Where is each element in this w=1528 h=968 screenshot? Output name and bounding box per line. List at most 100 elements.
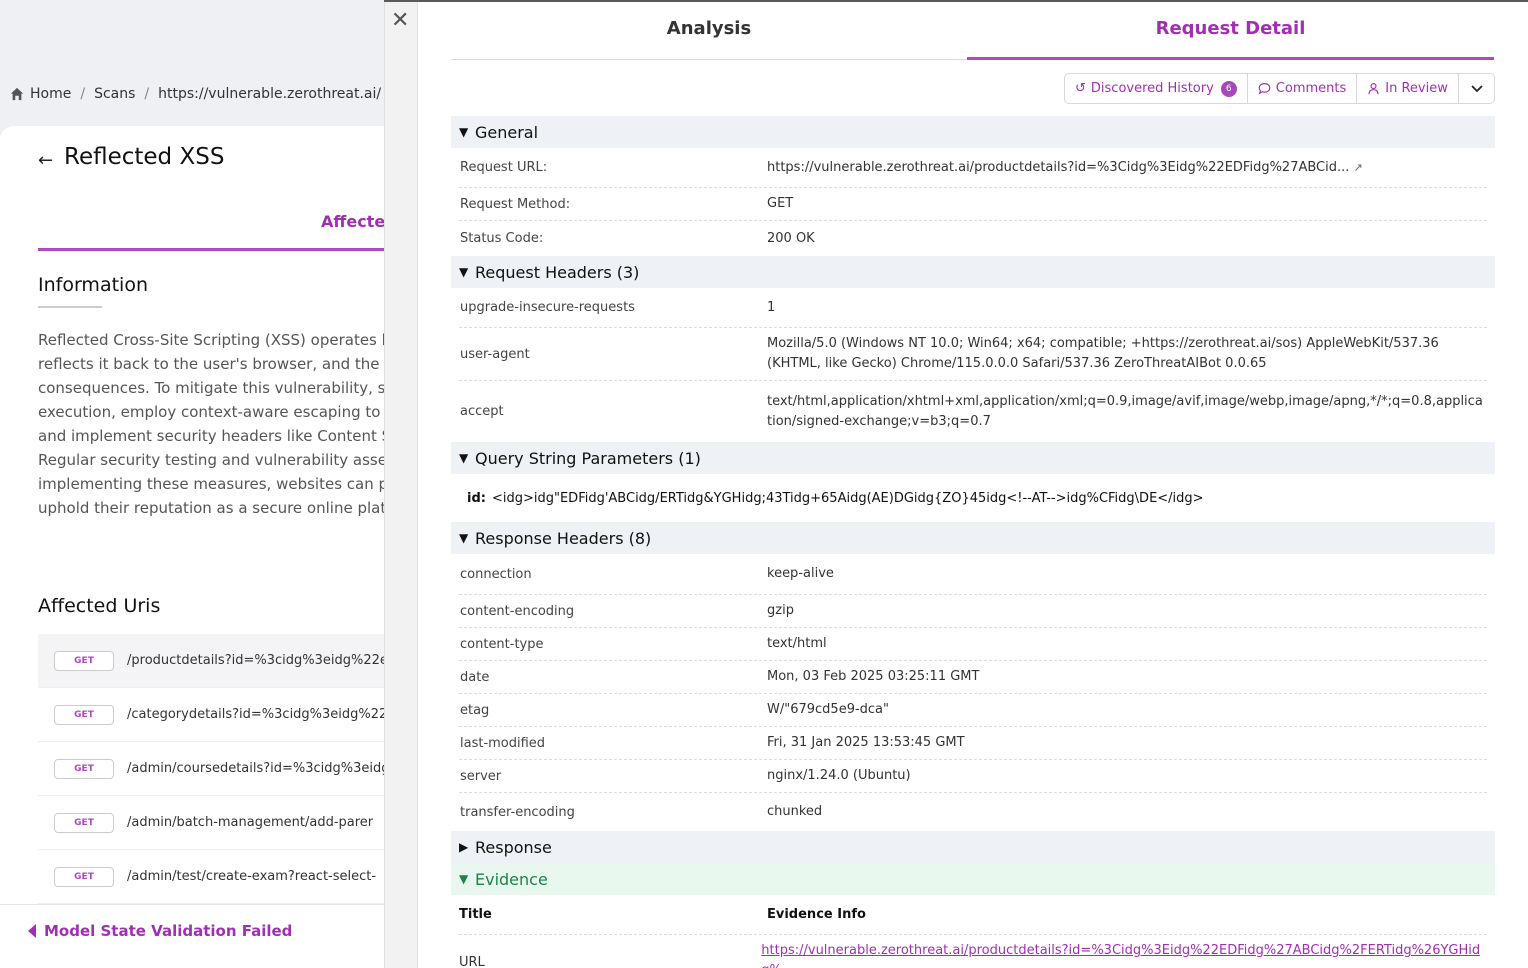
home-icon[interactable]	[10, 87, 24, 101]
method-badge: GET	[54, 866, 114, 887]
caret-down-icon: ▼	[459, 872, 469, 886]
section-query-string[interactable]: ▼ Query String Parameters (1)	[451, 442, 1495, 474]
row-key: content-encoding	[460, 603, 575, 619]
list-item[interactable]: GET /admin/test/create-exam?react-select…	[38, 850, 384, 904]
list-item[interactable]: GET /admin/batch-management/add-parer	[38, 796, 384, 850]
discovered-history-button[interactable]: ↺ Discovered History 6	[1065, 74, 1248, 103]
row-value: 200 OK	[767, 230, 815, 246]
table-row: date Mon, 03 Feb 2025 03:25:11 GMT	[459, 661, 1487, 694]
query-param-row: id: <idg>idg"EDFidg'ABCidg/ERTidg&YGHidg…	[451, 474, 1495, 522]
breadcrumb-home[interactable]: Home	[30, 86, 71, 102]
table-row: accept text/html,application/xhtml+xml,a…	[459, 381, 1487, 442]
review-status-button[interactable]: In Review	[1357, 74, 1459, 103]
table-row: Request Method: GET	[459, 188, 1487, 221]
section-title: Response	[475, 837, 552, 857]
uri-path: /admin/test/create-exam?react-select-	[127, 869, 377, 884]
dropdown-button[interactable]	[1459, 74, 1495, 103]
row-value: text/html	[767, 636, 827, 651]
tab-underline	[38, 248, 384, 251]
list-item[interactable]: GET /admin/coursedetails?id=%3cidg%3eidg…	[38, 742, 384, 796]
caret-right-icon: ▶	[459, 840, 469, 854]
table-row: connection keep-alive	[459, 554, 1487, 595]
comments-label: Comments	[1275, 81, 1347, 96]
row-key: Request Method:	[460, 196, 571, 212]
info-line: and implement security headers like Cont…	[38, 427, 384, 445]
uri-path: /categorydetails?id=%3cidg%3eidg%22ed	[127, 707, 384, 722]
row-value: text/html,application/xhtml+xml,applicat…	[767, 393, 1483, 429]
request-url-text[interactable]: https://vulnerable.zerothreat.ai/product…	[767, 160, 1349, 175]
column-header-title: Title	[459, 907, 492, 922]
breadcrumb-separator: /	[144, 86, 150, 102]
caret-down-icon: ▼	[459, 125, 469, 139]
query-param-value: <idg>idg"EDFidg'ABCidg/ERTidg&YGHidg;43T…	[491, 490, 1204, 506]
caret-down-icon: ▼	[459, 531, 469, 545]
caret-down-icon: ▼	[459, 265, 469, 279]
evidence-key: URL	[459, 955, 485, 968]
method-badge: GET	[54, 704, 114, 725]
row-value: Mon, 03 Feb 2025 03:25:11 GMT	[767, 669, 980, 684]
tab-analysis[interactable]: Analysis	[451, 18, 967, 39]
background-page: Home / Scans / https://vulnerable.zeroth…	[0, 0, 384, 968]
table-row: content-type text/html	[459, 628, 1487, 661]
close-icon[interactable]: ✕	[391, 8, 409, 33]
section-general[interactable]: ▼ General	[451, 116, 1495, 148]
method-badge: GET	[54, 650, 114, 671]
affected-uris-list: GET /productdetails?id=%3cidg%3eidg%22ed…	[38, 634, 384, 904]
row-key: connection	[460, 566, 532, 582]
row-value: W/"679cd5e9-dca"	[767, 702, 890, 717]
info-line: uphold their reputation as a secure onli…	[38, 499, 384, 517]
section-response-headers[interactable]: ▼ Response Headers (8)	[451, 522, 1495, 554]
request-detail-content: ▼ General Request URL: https://vulnerabl…	[451, 116, 1495, 968]
table-row: transfer-encoding chunked	[459, 793, 1487, 831]
evidence-table-header: Title Evidence Info	[459, 895, 1487, 935]
row-key: transfer-encoding	[460, 804, 575, 820]
comments-button[interactable]: Comments	[1248, 74, 1358, 103]
column-header-evidence-info: Evidence Info	[767, 907, 866, 922]
info-line: Regular security testing and vulnerabili…	[38, 451, 384, 469]
list-item[interactable]: GET /categorydetails?id=%3cidg%3eidg%22e…	[38, 688, 384, 742]
row-key: accept	[460, 404, 504, 419]
row-key: date	[460, 669, 490, 685]
section-evidence[interactable]: ▼ Evidence	[451, 863, 1495, 895]
table-row: server nginx/1.24.0 (Ubuntu)	[459, 760, 1487, 793]
section-response[interactable]: ▶ Response	[451, 831, 1495, 863]
discovered-history-label: Discovered History	[1090, 81, 1214, 96]
breadcrumb-separator: /	[80, 86, 86, 102]
validation-status[interactable]: Model State Validation Failed	[28, 922, 292, 940]
request-headers-table: upgrade-insecure-requests 1 user-agent M…	[451, 288, 1495, 442]
row-value: Mozilla/5.0 (Windows NT 10.0; Win64; x64…	[767, 336, 1439, 371]
breadcrumb-scan-url[interactable]: https://vulnerable.zerothreat.ai/ (Fe	[158, 86, 384, 102]
info-line: Reflected Cross-Site Scripting (XSS) ope…	[38, 331, 384, 349]
row-value: chunked	[767, 804, 823, 819]
row-value: keep-alive	[767, 566, 834, 581]
table-row: content-encoding gzip	[459, 595, 1487, 628]
heading-underline	[38, 306, 102, 308]
row-key: Status Code:	[460, 231, 544, 246]
user-icon	[1368, 83, 1379, 95]
info-line: consequences. To mitigate this vulnerabi…	[38, 379, 384, 397]
breadcrumb-scans[interactable]: Scans	[94, 86, 135, 102]
response-headers-table: connection keep-alive content-encoding g…	[451, 554, 1495, 831]
tab-request-detail[interactable]: Request Detail	[967, 18, 1494, 39]
method-badge: GET	[54, 812, 114, 833]
section-request-headers[interactable]: ▼ Request Headers (3)	[451, 256, 1495, 288]
comment-icon	[1258, 83, 1271, 95]
list-item[interactable]: GET /productdetails?id=%3cidg%3eidg%22ed	[38, 634, 384, 688]
table-row: etag W/"679cd5e9-dca"	[459, 694, 1487, 727]
row-value: 1	[767, 299, 776, 315]
caret-down-icon: ▼	[459, 451, 469, 465]
information-text: Reflected Cross-Site Scripting (XSS) ope…	[38, 328, 384, 520]
tab-affected[interactable]: Affecte	[321, 212, 384, 231]
section-title: General	[475, 122, 539, 142]
drawer-gutter	[384, 2, 418, 968]
uri-path: /admin/coursedetails?id=%3cidg%3eidg%	[127, 761, 384, 776]
uri-path: /admin/batch-management/add-parer	[127, 815, 374, 830]
request-url-value[interactable]: https://vulnerable.zerothreat.ai/product…	[767, 158, 1487, 178]
section-title: Query String Parameters (1)	[475, 448, 701, 468]
info-line: implementing these measures, websites ca…	[38, 475, 384, 493]
section-title: Response Headers (8)	[475, 528, 652, 548]
back-arrow-icon[interactable]: ←	[38, 150, 53, 171]
review-status-label: In Review	[1385, 81, 1448, 96]
external-link-icon[interactable]: ↗	[1354, 161, 1363, 174]
evidence-url-link[interactable]: https://vulnerable.zerothreat.ai/product…	[761, 941, 1487, 968]
